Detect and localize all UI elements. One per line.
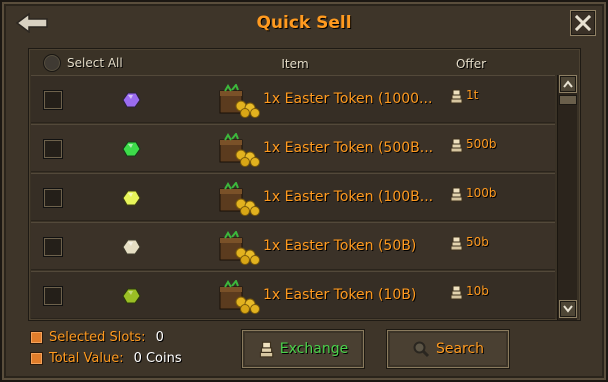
scroll-thumb[interactable] [559,95,577,105]
gem-icon [122,141,141,157]
offer-text: 500b [466,137,497,151]
table-row[interactable]: 1x Easter Token (50B) 50b [31,222,555,270]
info-bullet-icon [30,331,43,344]
offer-value: 500b [449,137,497,153]
window-title: Quick Sell [256,13,352,33]
offer-text: 1t [466,88,479,102]
token-chest-icon [219,84,260,118]
coin-stack-icon [450,285,463,300]
gem-icon [122,190,141,206]
total-value-line: Total Value: 0 Coins [30,348,182,369]
table-row[interactable]: 1x Easter Token (500B... 500b [31,124,555,172]
chevron-down-icon [563,305,573,313]
offer-value: 10b [449,284,489,300]
search-label: Search [435,341,485,357]
coin-stack-icon [259,341,274,358]
total-value-value: 0 Coins [133,351,182,366]
gem-icon [122,92,141,108]
token-chest-icon [219,182,260,216]
exchange-button[interactable]: Exchange [241,329,365,369]
scroll-down-button[interactable] [559,300,577,318]
close-icon [575,15,591,31]
table-row[interactable]: 1x Easter Token (100B... 100b [31,173,555,221]
item-rows: 1x Easter Token (1000... 1t 1x Easter To… [31,75,555,320]
item-name: 1x Easter Token (100B... [263,189,434,205]
item-name: 1x Easter Token (500B... [263,140,434,156]
gem-icon [122,239,141,255]
item-name: 1x Easter Token (10B) [263,287,417,303]
select-all-radio[interactable] [43,54,61,72]
offer-text: 10b [466,284,489,298]
chevron-up-icon [563,80,573,88]
row-checkbox[interactable] [43,188,63,208]
close-button[interactable] [570,10,596,36]
row-checkbox[interactable] [43,90,63,110]
selected-slots-value: 0 [155,330,164,345]
offer-value: 50b [449,235,489,251]
offer-value: 1t [449,88,478,104]
item-name: 1x Easter Token (1000... [263,91,433,107]
offer-text: 100b [466,186,497,200]
info-bullet-icon [30,352,43,365]
summary-info: Selected Slots: 0 Total Value: 0 Coins [30,327,182,369]
coin-stack-icon [450,187,463,202]
search-button[interactable]: Search [386,329,510,369]
selected-slots-label: Selected Slots: [49,330,146,345]
offer-column-header: Offer [455,57,487,71]
table-row[interactable]: 1x Easter Token (10B) 10b [31,271,555,319]
title-bar: Quick Sell [6,6,602,40]
quick-sell-window: Quick Sell Select All Item Offer 1x East… [0,0,608,382]
token-chest-icon [219,133,260,167]
coin-stack-icon [450,138,463,153]
total-value-label: Total Value: [49,351,124,366]
selected-slots-line: Selected Slots: 0 [30,327,182,348]
gem-icon [122,288,141,304]
list-header: Select All Item Offer [29,49,582,75]
magnifier-icon [413,341,429,358]
exchange-label: Exchange [279,341,349,357]
table-row[interactable]: 1x Easter Token (1000... 1t [31,75,555,123]
row-checkbox[interactable] [43,139,63,159]
scroll-up-button[interactable] [559,75,577,93]
item-list-panel: Select All Item Offer 1x Easter Token (1… [28,48,581,321]
select-all-toggle[interactable]: Select All [43,54,123,72]
row-checkbox[interactable] [43,237,63,257]
item-column-header: Item [281,57,309,71]
select-all-label: Select All [67,56,123,70]
item-name: 1x Easter Token (50B) [263,238,417,254]
token-chest-icon [219,280,260,314]
row-checkbox[interactable] [43,286,63,306]
offer-value: 100b [449,186,497,202]
offer-text: 50b [466,235,489,249]
coin-stack-icon [450,236,463,251]
coin-stack-icon [450,89,463,104]
scrollbar[interactable] [557,75,577,320]
token-chest-icon [219,231,260,265]
